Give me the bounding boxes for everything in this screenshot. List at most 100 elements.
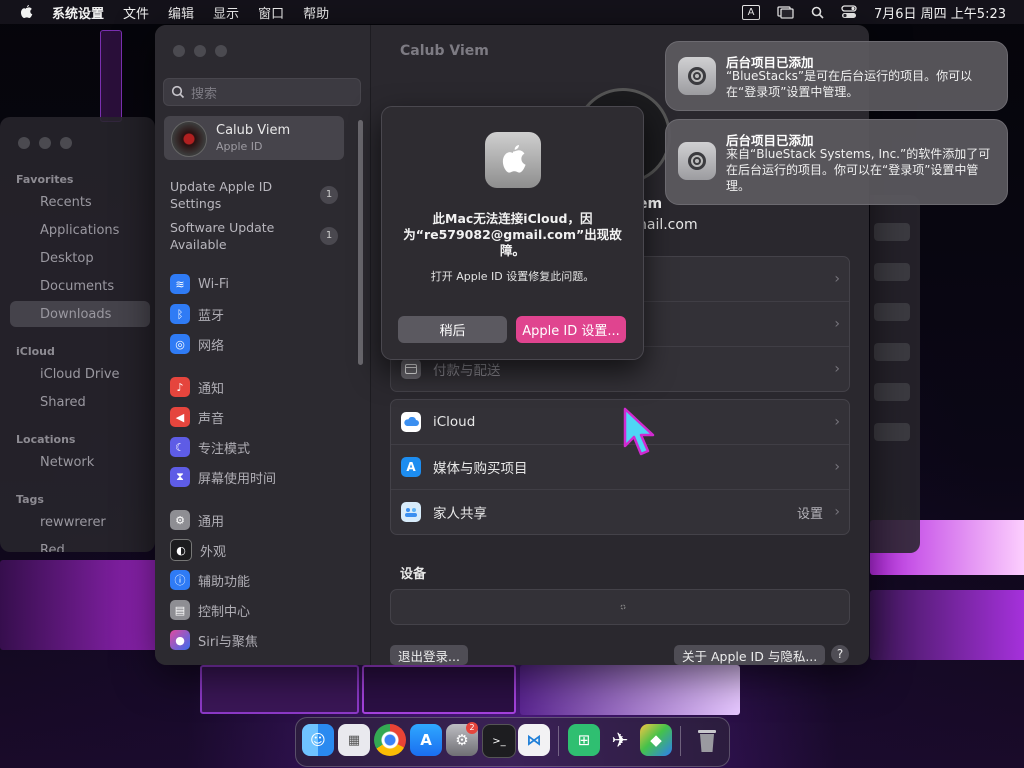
favorites-heading: Favorites: [16, 173, 74, 186]
vscode-icon[interactable]: ⋈: [518, 724, 550, 756]
finder-window: Favorites Recents Applications Desktop D…: [0, 117, 155, 552]
app-store-icon[interactable]: A: [410, 724, 442, 756]
wallpaper-shape: [362, 665, 516, 714]
sheets-app-icon[interactable]: ⊞: [568, 724, 600, 756]
icloud-icon: [401, 412, 421, 432]
help-button[interactable]: ?: [831, 645, 849, 663]
software-update-available[interactable]: Software Update Available: [170, 219, 300, 253]
bluestacks-icon[interactable]: ◆: [640, 724, 672, 756]
update-apple-id-settings[interactable]: Update Apple ID Settings: [170, 178, 300, 212]
sidebar-item-accessibility[interactable]: ⓘ 辅助功能: [170, 569, 250, 591]
moon-icon: ☾: [170, 437, 190, 457]
chevron-right-icon: ›: [834, 271, 840, 287]
menu-view[interactable]: 显示: [213, 3, 239, 22]
icloud-row[interactable]: iCloud ›: [391, 400, 849, 444]
sidebar-item-desktop[interactable]: Desktop: [40, 251, 94, 266]
apple-logo-icon[interactable]: [18, 4, 34, 20]
chevron-right-icon: ›: [834, 504, 840, 520]
notification-banner[interactable]: 后台项目已添加 “BlueStacks”是可在后台运行的项目。你可以在“登录项”…: [665, 41, 1008, 111]
sidebar-item-recents[interactable]: Recents: [40, 195, 92, 210]
locations-heading: Locations: [16, 433, 76, 446]
menu-app-name[interactable]: 系统设置: [52, 3, 104, 22]
sidebar-item-general[interactable]: ⚙ 通用: [170, 509, 224, 531]
menu-file[interactable]: 文件: [123, 3, 149, 22]
icloud-error-dialog: 此Mac无法连接iCloud，因为“re579082@gmail.com”出现故…: [381, 106, 644, 360]
payment-shipping-label: 付款与配送: [433, 363, 501, 379]
notification-banner[interactable]: 后台项目已添加 来自“BlueStack Systems, Inc.”的软件添加…: [665, 119, 1008, 205]
sidebar-item-bluetooth[interactable]: ᛒ 蓝牙: [170, 303, 224, 325]
mouse-cursor-icon: [623, 407, 655, 456]
appearance-icon: ◐: [170, 539, 192, 561]
sidebar-item-network[interactable]: ◎ 网络: [170, 333, 224, 355]
app-store-icon: A: [401, 457, 421, 477]
update-badge: 1: [320, 186, 338, 204]
page-title: Calub Viem: [400, 43, 489, 59]
search-icon: [171, 85, 185, 99]
sidebar-item-notifications[interactable]: ♪ 通知: [170, 376, 224, 398]
globe-icon: ◎: [170, 334, 190, 354]
menu-edit[interactable]: 编辑: [168, 3, 194, 22]
menu-window[interactable]: 窗口: [258, 3, 284, 22]
sidebar-item-apple-id[interactable]: Calub Viem Apple ID: [164, 116, 344, 160]
sidebar-item-tag[interactable]: Red: [40, 543, 65, 552]
sidebar-item-siri[interactable]: ● Siri与聚焦: [170, 629, 258, 651]
media-purchases-row[interactable]: A 媒体与购买项目 ›: [391, 444, 849, 489]
sidebar-item-network[interactable]: Network: [40, 455, 94, 470]
hourglass-icon: ⧗: [170, 467, 190, 487]
gear-icon: ⚙: [170, 510, 190, 530]
bluetooth-icon: ᛒ: [170, 304, 190, 324]
sidebar-item-focus[interactable]: ☾ 专注模式: [170, 436, 250, 458]
bell-icon: ♪: [170, 377, 190, 397]
spotlight-search-icon[interactable]: [811, 6, 824, 19]
devices-heading: 设备: [400, 567, 427, 582]
family-sharing-row[interactable]: 家人共享 设置 ›: [391, 489, 849, 534]
sidebar-item-applications[interactable]: Applications: [40, 223, 119, 238]
sidebar-scrollbar[interactable]: [358, 120, 363, 365]
sidebar-item-appearance[interactable]: ◐ 外观: [170, 539, 226, 561]
list-item: [874, 423, 910, 441]
sidebar-item-icloud-drive[interactable]: iCloud Drive: [40, 367, 120, 382]
notification-body: 来自“BlueStack Systems, Inc.”的软件添加了可在后台运行的…: [726, 147, 991, 193]
sidebar-item-screen-time[interactable]: ⧗ 屏幕使用时间: [170, 466, 276, 488]
sign-out-button[interactable]: 退出登录...: [390, 645, 468, 665]
account-name: Calub Viem: [216, 123, 291, 138]
search-placeholder: 搜索: [191, 86, 218, 102]
dock-separator: [680, 726, 681, 756]
sidebar-item-shared[interactable]: Shared: [40, 395, 86, 410]
launchpad-icon[interactable]: ▦: [338, 724, 370, 756]
sidebar-item-documents[interactable]: Documents: [40, 279, 114, 294]
later-button[interactable]: 稍后: [398, 316, 507, 343]
satellite-app-icon[interactable]: ✈: [604, 724, 636, 756]
sidebar-item-sound[interactable]: ◀ 声音: [170, 406, 224, 428]
terminal-icon[interactable]: >_: [482, 724, 516, 758]
avatar: [171, 121, 207, 157]
sidebar-item-tag[interactable]: rewwrerer: [40, 515, 106, 530]
wallpaper-shape: [200, 665, 359, 714]
finder-icon[interactable]: ☺: [302, 724, 334, 756]
search-input[interactable]: 搜索: [163, 78, 361, 106]
window-controls[interactable]: [173, 45, 227, 57]
menu-help[interactable]: 帮助: [303, 3, 329, 22]
sidebar-item-wifi[interactable]: ≋ Wi-Fi: [170, 273, 229, 295]
list-item: [874, 343, 910, 361]
control-center-icon[interactable]: [841, 5, 857, 19]
wallpaper-shape: [0, 560, 180, 650]
apple-id-privacy-button[interactable]: 关于 Apple ID 与隐私...: [674, 645, 826, 665]
system-settings-gear-icon: [678, 57, 716, 95]
wallpaper-shape: [520, 665, 740, 715]
apple-id-settings-button[interactable]: Apple ID 设置...: [516, 316, 626, 343]
input-source-icon[interactable]: A: [742, 4, 760, 20]
window-controls[interactable]: [18, 137, 72, 149]
chevron-right-icon: ›: [834, 316, 840, 332]
wallet-icon: [401, 359, 421, 379]
notification-badge: 2: [466, 722, 478, 734]
sidebar-item-label: 蓝牙: [198, 308, 225, 324]
accessibility-icon: ⓘ: [170, 570, 190, 590]
settings-sidebar: 搜索 Calub Viem Apple ID Update Apple ID S…: [155, 25, 371, 665]
menu-clock[interactable]: 7月6日 周四 上午5:23: [874, 3, 1006, 22]
trash-icon[interactable]: [691, 724, 723, 756]
screen-mirroring-icon[interactable]: [777, 5, 794, 19]
chrome-icon[interactable]: [374, 724, 406, 756]
sidebar-item-control-center[interactable]: ▤ 控制中心: [170, 599, 250, 621]
sidebar-item-downloads[interactable]: Downloads: [40, 307, 111, 322]
